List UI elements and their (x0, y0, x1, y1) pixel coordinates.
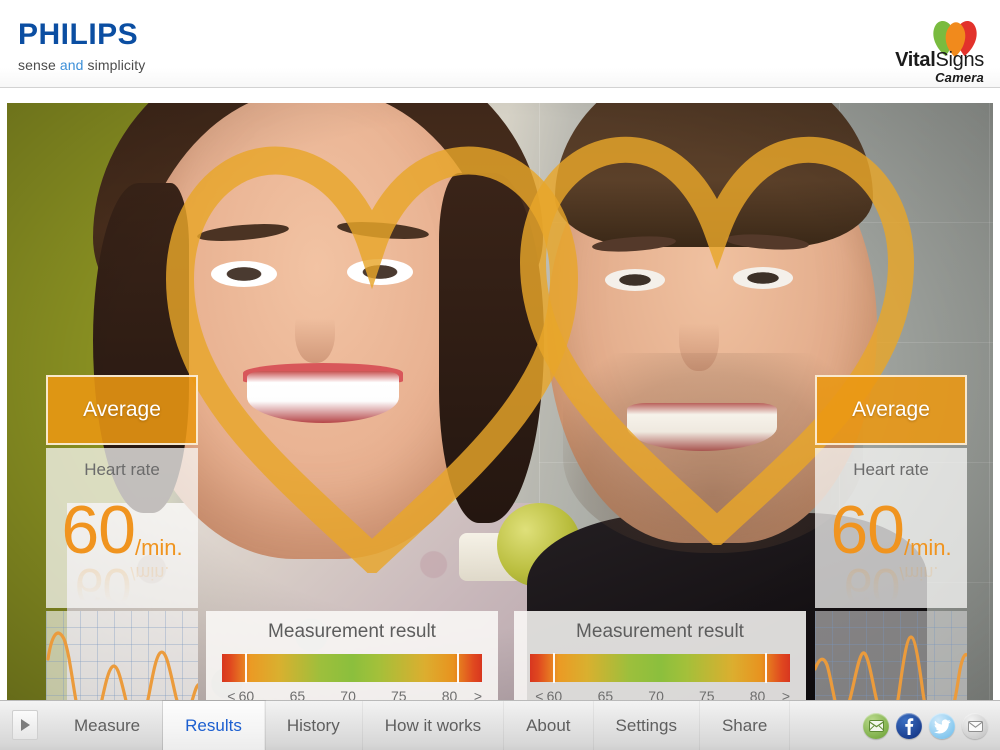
facebook-glyph-icon (905, 718, 914, 735)
average-button-left[interactable]: Average (46, 375, 198, 445)
twitter-bird-glyph-icon (933, 718, 950, 733)
measurement-result-card-right: Measurement result < 60 65 70 75 80 > Yo… (514, 611, 806, 700)
measurement-result-title-left: Measurement result (268, 621, 436, 642)
range-edge-high-left (456, 653, 459, 683)
range-tick-65-right: 65 (597, 688, 614, 700)
newsletter-glyph-icon (868, 720, 884, 732)
heart-rate-range-bar-left (222, 653, 482, 683)
range-tick-75-left: 75 (391, 688, 407, 700)
email-icon[interactable] (962, 713, 988, 739)
average-button-right[interactable]: Average (815, 375, 967, 445)
tab-measure-label: Measure (74, 716, 141, 735)
philips-logo: PHILIPS sense and simplicity (18, 18, 278, 74)
heart-rate-label-left: Heart rate (84, 460, 160, 479)
expand-panel-button[interactable] (12, 710, 38, 740)
heart-rate-readout-left: 60/min. (46, 496, 198, 564)
app-header: PHILIPS sense and simplicity VitalSigns … (0, 0, 1000, 88)
twitter-icon[interactable] (929, 713, 955, 739)
play-triangle-icon (20, 719, 30, 731)
product-title: VitalSigns (895, 50, 984, 70)
tab-results-label: Results (185, 716, 242, 735)
tagline-simplicity: simplicity (83, 57, 146, 73)
tab-measure[interactable]: Measure (52, 701, 164, 750)
tab-results[interactable]: Results (163, 701, 265, 750)
pulse-waveform-left[interactable] (46, 611, 198, 700)
heart-rate-value-right: 60 (830, 492, 905, 568)
tab-how-it-works-label: How it works (384, 716, 482, 735)
navigation-tabs: Measure Results History How it works Abo… (52, 701, 791, 750)
tab-share[interactable]: Share (700, 701, 791, 750)
camera-video-stage[interactable]: Average Heart rate 60/min. 60/min. Measu… (7, 103, 993, 700)
heart-rate-unit-reflection-right: /min. (899, 563, 939, 583)
vitalsigns-camera-logo: VitalSigns Camera (868, 20, 988, 84)
range-scale-right: < 60 65 70 75 80 > (530, 688, 790, 700)
range-edge-high-right (764, 653, 767, 683)
average-button-right-label: Average (852, 398, 930, 421)
range-tick-80-right: 80 (749, 688, 766, 700)
facebook-icon[interactable] (896, 713, 922, 739)
range-tick-65-left: 65 (289, 688, 306, 700)
heart-rate-unit-left: /min. (134, 535, 183, 560)
tab-settings[interactable]: Settings (594, 701, 700, 750)
newsletter-icon[interactable] (863, 713, 889, 739)
range-tick-70-right: 70 (648, 688, 664, 700)
philips-wordmark: PHILIPS (18, 18, 139, 51)
pulse-waveform-right[interactable] (815, 611, 967, 700)
bottom-navigation-bar: Measure Results History How it works Abo… (0, 700, 1000, 750)
tab-history-label: History (286, 716, 340, 735)
envelope-glyph-icon (967, 720, 983, 732)
heart-rate-readout-right: 60/min. (815, 496, 967, 564)
range-scale-low-arrow-right: < (535, 688, 544, 700)
measurement-result-title-right: Measurement result (576, 621, 744, 642)
range-scale-left: < 60 65 70 75 80 > (222, 688, 482, 700)
heart-rate-unit-reflection-left: /min. (130, 563, 170, 583)
measurement-result-card-left: Measurement result < 60 65 70 75 80 > Yo… (206, 611, 498, 700)
heart-rate-unit-right: /min. (903, 535, 952, 560)
range-tick-70-left: 70 (340, 688, 356, 700)
range-edge-low-left (245, 653, 248, 683)
range-edge-low-right (553, 653, 556, 683)
philips-tagline: sense and simplicity (18, 57, 278, 73)
range-tick-80-left: 80 (441, 688, 458, 700)
range-tick-60-right: 60 (546, 688, 563, 700)
range-scale-high-arrow-left: > (473, 688, 482, 700)
product-subtitle: Camera (935, 70, 984, 85)
vitalsigns-camera-wordmark: VitalSigns Camera (895, 50, 984, 84)
tab-how-it-works[interactable]: How it works (363, 701, 505, 750)
tab-about-label: About (526, 716, 571, 735)
pulse-waveform-trace-right (815, 635, 967, 700)
range-scale-high-arrow-right: > (781, 688, 790, 700)
range-scale-low-arrow-left: < (227, 688, 236, 700)
tagline-sense: sense (18, 57, 60, 73)
tab-share-label: Share (721, 716, 768, 735)
vitalsigns-camera-app: PHILIPS sense and simplicity VitalSigns … (0, 0, 1000, 750)
range-gradient-left (222, 654, 482, 682)
social-links (863, 713, 988, 739)
heart-rate-panel-right: Heart rate 60/min. 60/min. (815, 448, 967, 608)
average-button-left-label: Average (83, 398, 161, 421)
tab-history[interactable]: History (265, 701, 363, 750)
pulse-waveform-trace-left (46, 631, 198, 700)
product-title-vital: Vital (895, 49, 936, 71)
heart-rate-label-right: Heart rate (853, 460, 929, 479)
range-tick-60-left: 60 (238, 688, 255, 700)
product-title-signs: Signs (935, 49, 984, 71)
tab-about[interactable]: About (504, 701, 594, 750)
range-tick-75-right: 75 (699, 688, 715, 700)
heart-rate-range-bar-right (530, 653, 790, 683)
tab-settings-label: Settings (615, 716, 677, 735)
tagline-and: and (59, 57, 84, 73)
range-gradient-right (530, 654, 790, 682)
heart-rate-value-left: 60 (61, 492, 136, 568)
heart-rate-panel-left: Heart rate 60/min. 60/min. (46, 448, 198, 608)
